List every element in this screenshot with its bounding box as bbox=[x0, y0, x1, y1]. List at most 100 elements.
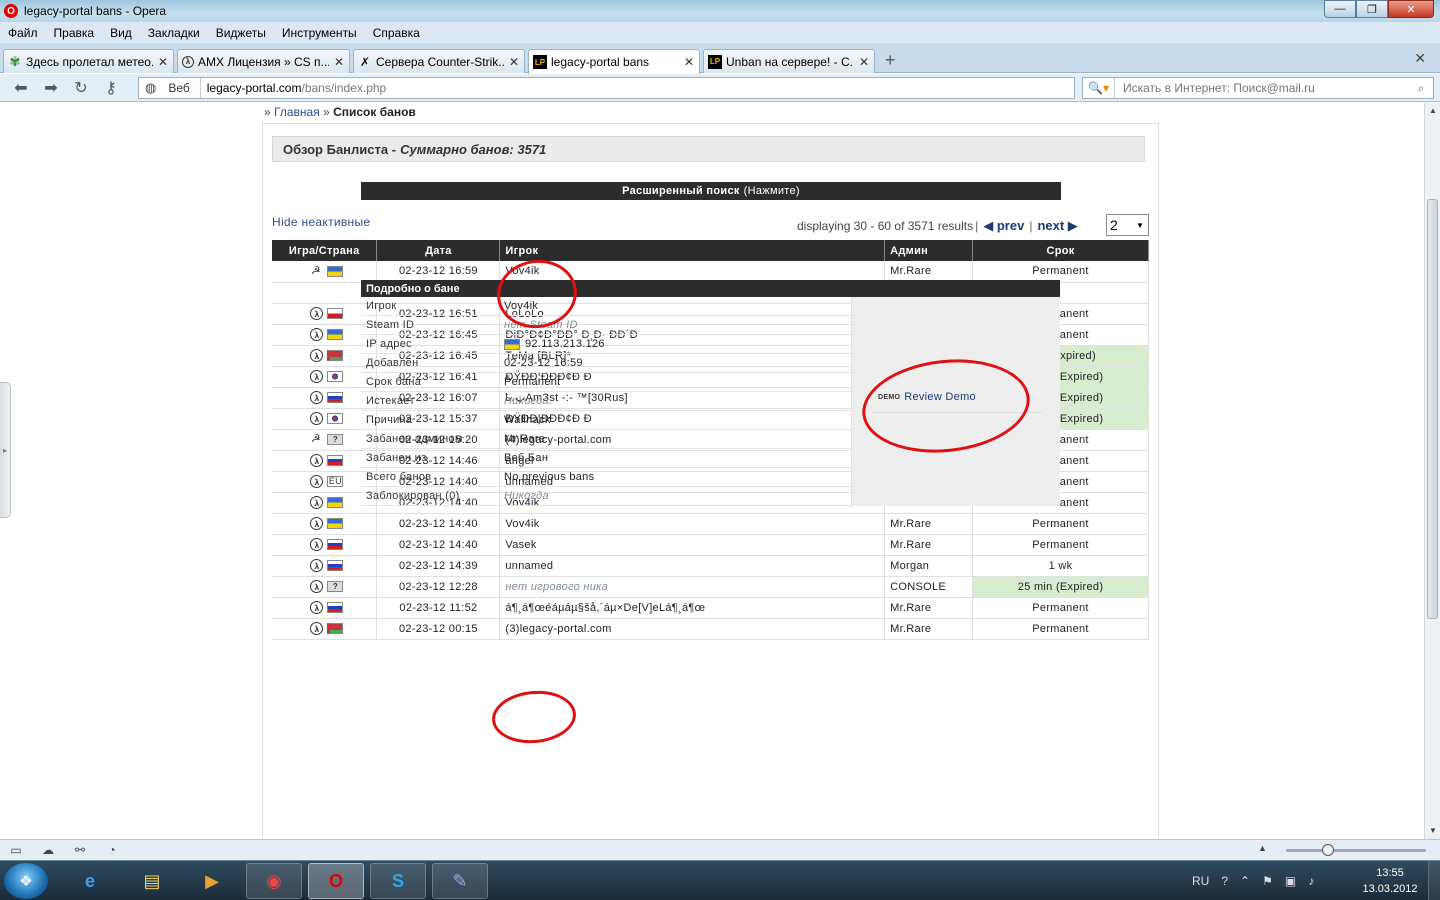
col-date[interactable]: Дата bbox=[376, 240, 501, 261]
menu-help[interactable]: Справка bbox=[365, 26, 428, 40]
back-arrow-icon[interactable]: ⬅ bbox=[6, 78, 36, 98]
length-cell: Permanent bbox=[972, 513, 1149, 535]
clock[interactable]: 13:55 13.03.2012 bbox=[1360, 865, 1420, 897]
tab-close-icon[interactable]: ✕ bbox=[157, 55, 169, 69]
menu-tools[interactable]: Инструменты bbox=[274, 26, 365, 40]
tab-5[interactable]: LP Unban на сервере! - C... ✕ bbox=[703, 49, 875, 73]
detail-field-value: Никогда. bbox=[504, 395, 553, 407]
language-indicator[interactable]: RU bbox=[1192, 874, 1209, 888]
flag-cz-icon bbox=[327, 308, 344, 319]
detail-field-value: 02-23-12 16:59 bbox=[504, 357, 583, 369]
show-desktop-button[interactable] bbox=[1428, 861, 1440, 900]
page-select[interactable]: 2 ▼ bbox=[1106, 214, 1149, 236]
next-link[interactable]: next ▶ bbox=[1037, 218, 1077, 234]
new-tab-plus-icon[interactable]: + bbox=[885, 50, 896, 71]
menu-view[interactable]: Вид bbox=[102, 26, 140, 40]
game-country-cell: λ? bbox=[272, 576, 378, 598]
skype-icon[interactable]: S bbox=[370, 863, 426, 899]
address-field[interactable]: ◍ Веб legacy-portal.com/bans/index.php bbox=[138, 77, 1075, 99]
url-text[interactable]: legacy-portal.com/bans/index.php bbox=[201, 81, 386, 95]
chrome-icon[interactable]: ◉ bbox=[246, 863, 302, 899]
col-admin[interactable]: Админ bbox=[884, 240, 974, 261]
advanced-search-hint: (Нажмите) bbox=[743, 185, 800, 197]
hide-inactive-link[interactable]: Hide неактивные bbox=[272, 215, 370, 229]
menu-widgets[interactable]: Виджеты bbox=[208, 26, 274, 40]
table-row[interactable]: λ? 02-23-12 12:28 нет игрового ника CONSOLE… bbox=[272, 576, 1149, 598]
flag-ru-icon bbox=[327, 602, 344, 613]
table-row[interactable]: λ 02-23-12 00:15 (3)legacy-portal.com Mr.Ra… bbox=[272, 618, 1149, 640]
col-length[interactable]: Срок bbox=[972, 240, 1149, 261]
scroll-thumb[interactable] bbox=[1427, 199, 1438, 619]
opera-taskbar-icon[interactable]: O bbox=[308, 863, 364, 899]
tab-close-icon[interactable]: ✕ bbox=[333, 55, 345, 69]
paint-icon[interactable]: ✎ bbox=[432, 863, 488, 899]
scroll-down-icon[interactable]: ▼ bbox=[1425, 823, 1440, 839]
reload-icon[interactable]: ↻ bbox=[66, 78, 96, 98]
start-button[interactable]: ❖ bbox=[4, 863, 48, 899]
tab-close-icon[interactable]: ✕ bbox=[858, 55, 870, 69]
key-icon[interactable]: ⚷ bbox=[96, 78, 126, 98]
tab-3[interactable]: ✗ Сервера Counter-Strik... ✕ bbox=[353, 49, 525, 73]
tab-close-icon[interactable]: ✕ bbox=[508, 55, 520, 69]
search-input[interactable] bbox=[1115, 81, 1409, 95]
breadcrumb-home-link[interactable]: Главная bbox=[274, 105, 320, 119]
tab-4-active[interactable]: LP legacy-portal bans ✕ bbox=[528, 49, 700, 74]
close-tab-icon[interactable]: ✕ bbox=[1414, 50, 1426, 67]
flag-by-icon bbox=[327, 350, 344, 361]
share-icon[interactable]: ⚯ bbox=[64, 843, 96, 857]
menu-file[interactable]: Файл bbox=[0, 26, 46, 40]
tray-expand-icon[interactable]: ⌃ bbox=[1240, 874, 1250, 888]
tab-1[interactable]: ✾ Здесь пролетал метео... ✕ bbox=[3, 49, 174, 73]
ban-detail-panel: Подробно о бане Игрок Vov4ik Steam ID нет S… bbox=[361, 280, 1060, 506]
media-player-icon[interactable]: ▶ bbox=[184, 863, 240, 899]
prev-link[interactable]: ◀ prev bbox=[983, 218, 1024, 234]
detail-field-value: Mr.Rare bbox=[504, 433, 546, 445]
tab-close-icon[interactable]: ✕ bbox=[683, 55, 695, 69]
table-row[interactable]: ☭ 02-23-12 16:59 Vov4ik Mr.Rare Permanen… bbox=[272, 261, 1149, 283]
close-button[interactable]: ✕ bbox=[1388, 0, 1434, 18]
search-field[interactable]: 🔍▾ ⌕ bbox=[1082, 77, 1434, 99]
windows-taskbar: ❖ e ▤ ▶ ◉ O S ✎ RU ? ⌃ ⚑ ▣ ♪ 13:55 13.03… bbox=[0, 860, 1440, 900]
half-life-game-icon: λ bbox=[310, 412, 324, 425]
col-player[interactable]: Игрок bbox=[499, 240, 886, 261]
speedometer-icon[interactable]: ◔ bbox=[96, 843, 128, 857]
table-row[interactable]: λ 02-23-12 14:40Vov4ikMr.RarePermanent bbox=[272, 513, 1149, 535]
advanced-search-toggle[interactable]: Расширенный поиск (Нажмите) bbox=[361, 182, 1061, 200]
flag-ru-icon bbox=[327, 560, 344, 571]
zoom-slider-knob[interactable] bbox=[1322, 844, 1334, 856]
half-life-game-icon: λ bbox=[310, 307, 324, 320]
menu-edit[interactable]: Правка bbox=[46, 26, 103, 40]
url-path: /bans/index.php bbox=[301, 81, 387, 95]
search-icon[interactable]: ⌕ bbox=[1409, 81, 1433, 96]
minimize-button[interactable]: — bbox=[1324, 0, 1356, 18]
table-row[interactable]: λ 02-23-12 14:39 unnamed Morgan 1 wk bbox=[272, 555, 1149, 577]
col-game-country[interactable]: Игра/Страна bbox=[272, 240, 378, 261]
zoom-arrow-icon[interactable]: ▲ bbox=[1258, 843, 1267, 853]
player-cell: Vasek bbox=[499, 534, 886, 556]
zoom-slider[interactable] bbox=[1286, 844, 1426, 856]
forward-arrow-icon[interactable]: ➡ bbox=[36, 78, 66, 98]
network-icon[interactable]: ▣ bbox=[1285, 874, 1296, 888]
detail-field-row: Забанен админом Mr.Rare bbox=[361, 430, 851, 449]
maximize-button[interactable]: ❐ bbox=[1356, 0, 1388, 18]
site-badge[interactable]: ◍ Веб bbox=[139, 78, 201, 98]
scroll-up-icon[interactable]: ▲ bbox=[1425, 103, 1440, 119]
explorer-folder-icon[interactable]: ▤ bbox=[124, 863, 180, 899]
cloud-icon[interactable]: ☁ bbox=[32, 843, 64, 857]
table-row[interactable]: λ 02-23-12 11:52 á¶¸á¶œéáµáµ§šå,´áµ×De[V]e… bbox=[272, 597, 1149, 619]
volume-icon[interactable]: ♪ bbox=[1308, 874, 1314, 888]
search-engine-icon[interactable]: 🔍▾ bbox=[1083, 78, 1115, 98]
panel-toggle-handle[interactable]: ▸ bbox=[0, 382, 11, 518]
panel-icon[interactable]: ▭ bbox=[0, 843, 32, 857]
detail-field-label: Истекает bbox=[361, 392, 500, 410]
detail-field-label: Всего банов bbox=[361, 468, 500, 486]
flag-tray-icon[interactable]: ⚑ bbox=[1262, 874, 1273, 888]
review-demo-link[interactable]: DEMO Review Demo bbox=[878, 391, 976, 403]
help-icon[interactable]: ? bbox=[1221, 874, 1228, 888]
flag-ua-icon bbox=[327, 265, 344, 277]
tab-2[interactable]: λ AMX Лицензия » CS п... ✕ bbox=[177, 49, 350, 73]
menu-bookmarks[interactable]: Закладки bbox=[140, 26, 208, 40]
ie-icon[interactable]: e bbox=[62, 863, 118, 899]
table-row[interactable]: λ 02-23-12 14:40 Vasek Mr.Rare Permanent bbox=[272, 534, 1149, 556]
vertical-scrollbar[interactable]: ▲ ▼ bbox=[1424, 103, 1440, 839]
